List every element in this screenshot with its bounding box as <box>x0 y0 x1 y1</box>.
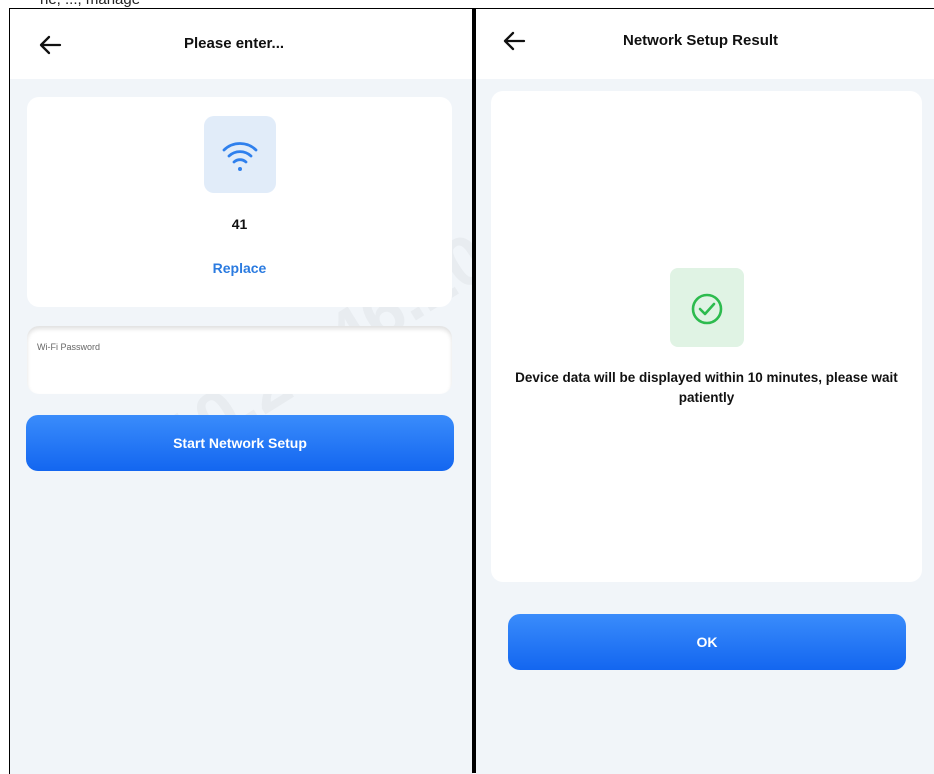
result-message: Device data will be displayed within 10 … <box>515 370 898 405</box>
result-card: Device data will be displayed within 10 … <box>491 91 922 582</box>
wifi-password-label: Wi-Fi Password <box>37 342 101 352</box>
header: Network Setup Result <box>476 9 934 79</box>
back-arrow-icon[interactable] <box>500 27 528 55</box>
page-title: Network Setup Result <box>623 32 779 49</box>
success-icon-tile <box>670 268 744 347</box>
ok-button[interactable]: OK <box>508 614 906 670</box>
page-title: Please enter... <box>184 35 285 52</box>
wifi-password-input[interactable] <box>37 358 441 386</box>
start-network-setup-button[interactable]: Start Network Setup <box>26 415 454 471</box>
wifi-network-card: 41 Replace <box>27 97 452 307</box>
wifi-network-name: 41 <box>231 216 248 232</box>
back-arrow-icon[interactable] <box>36 31 64 59</box>
check-circle-icon <box>691 293 723 325</box>
replace-link[interactable]: Replace <box>27 260 452 276</box>
wifi-password-field[interactable]: Wi-Fi Password <box>27 326 452 394</box>
wifi-icon <box>222 142 258 171</box>
header: Please enter... <box>10 9 473 79</box>
wifi-icon-tile <box>204 116 276 193</box>
wifi-setup-screen: 10.2.146.20 Please enter... 41 Replace W… <box>9 8 473 774</box>
network-setup-result-screen: 10.2.146.20 Network Setup Result Device … <box>476 8 934 774</box>
